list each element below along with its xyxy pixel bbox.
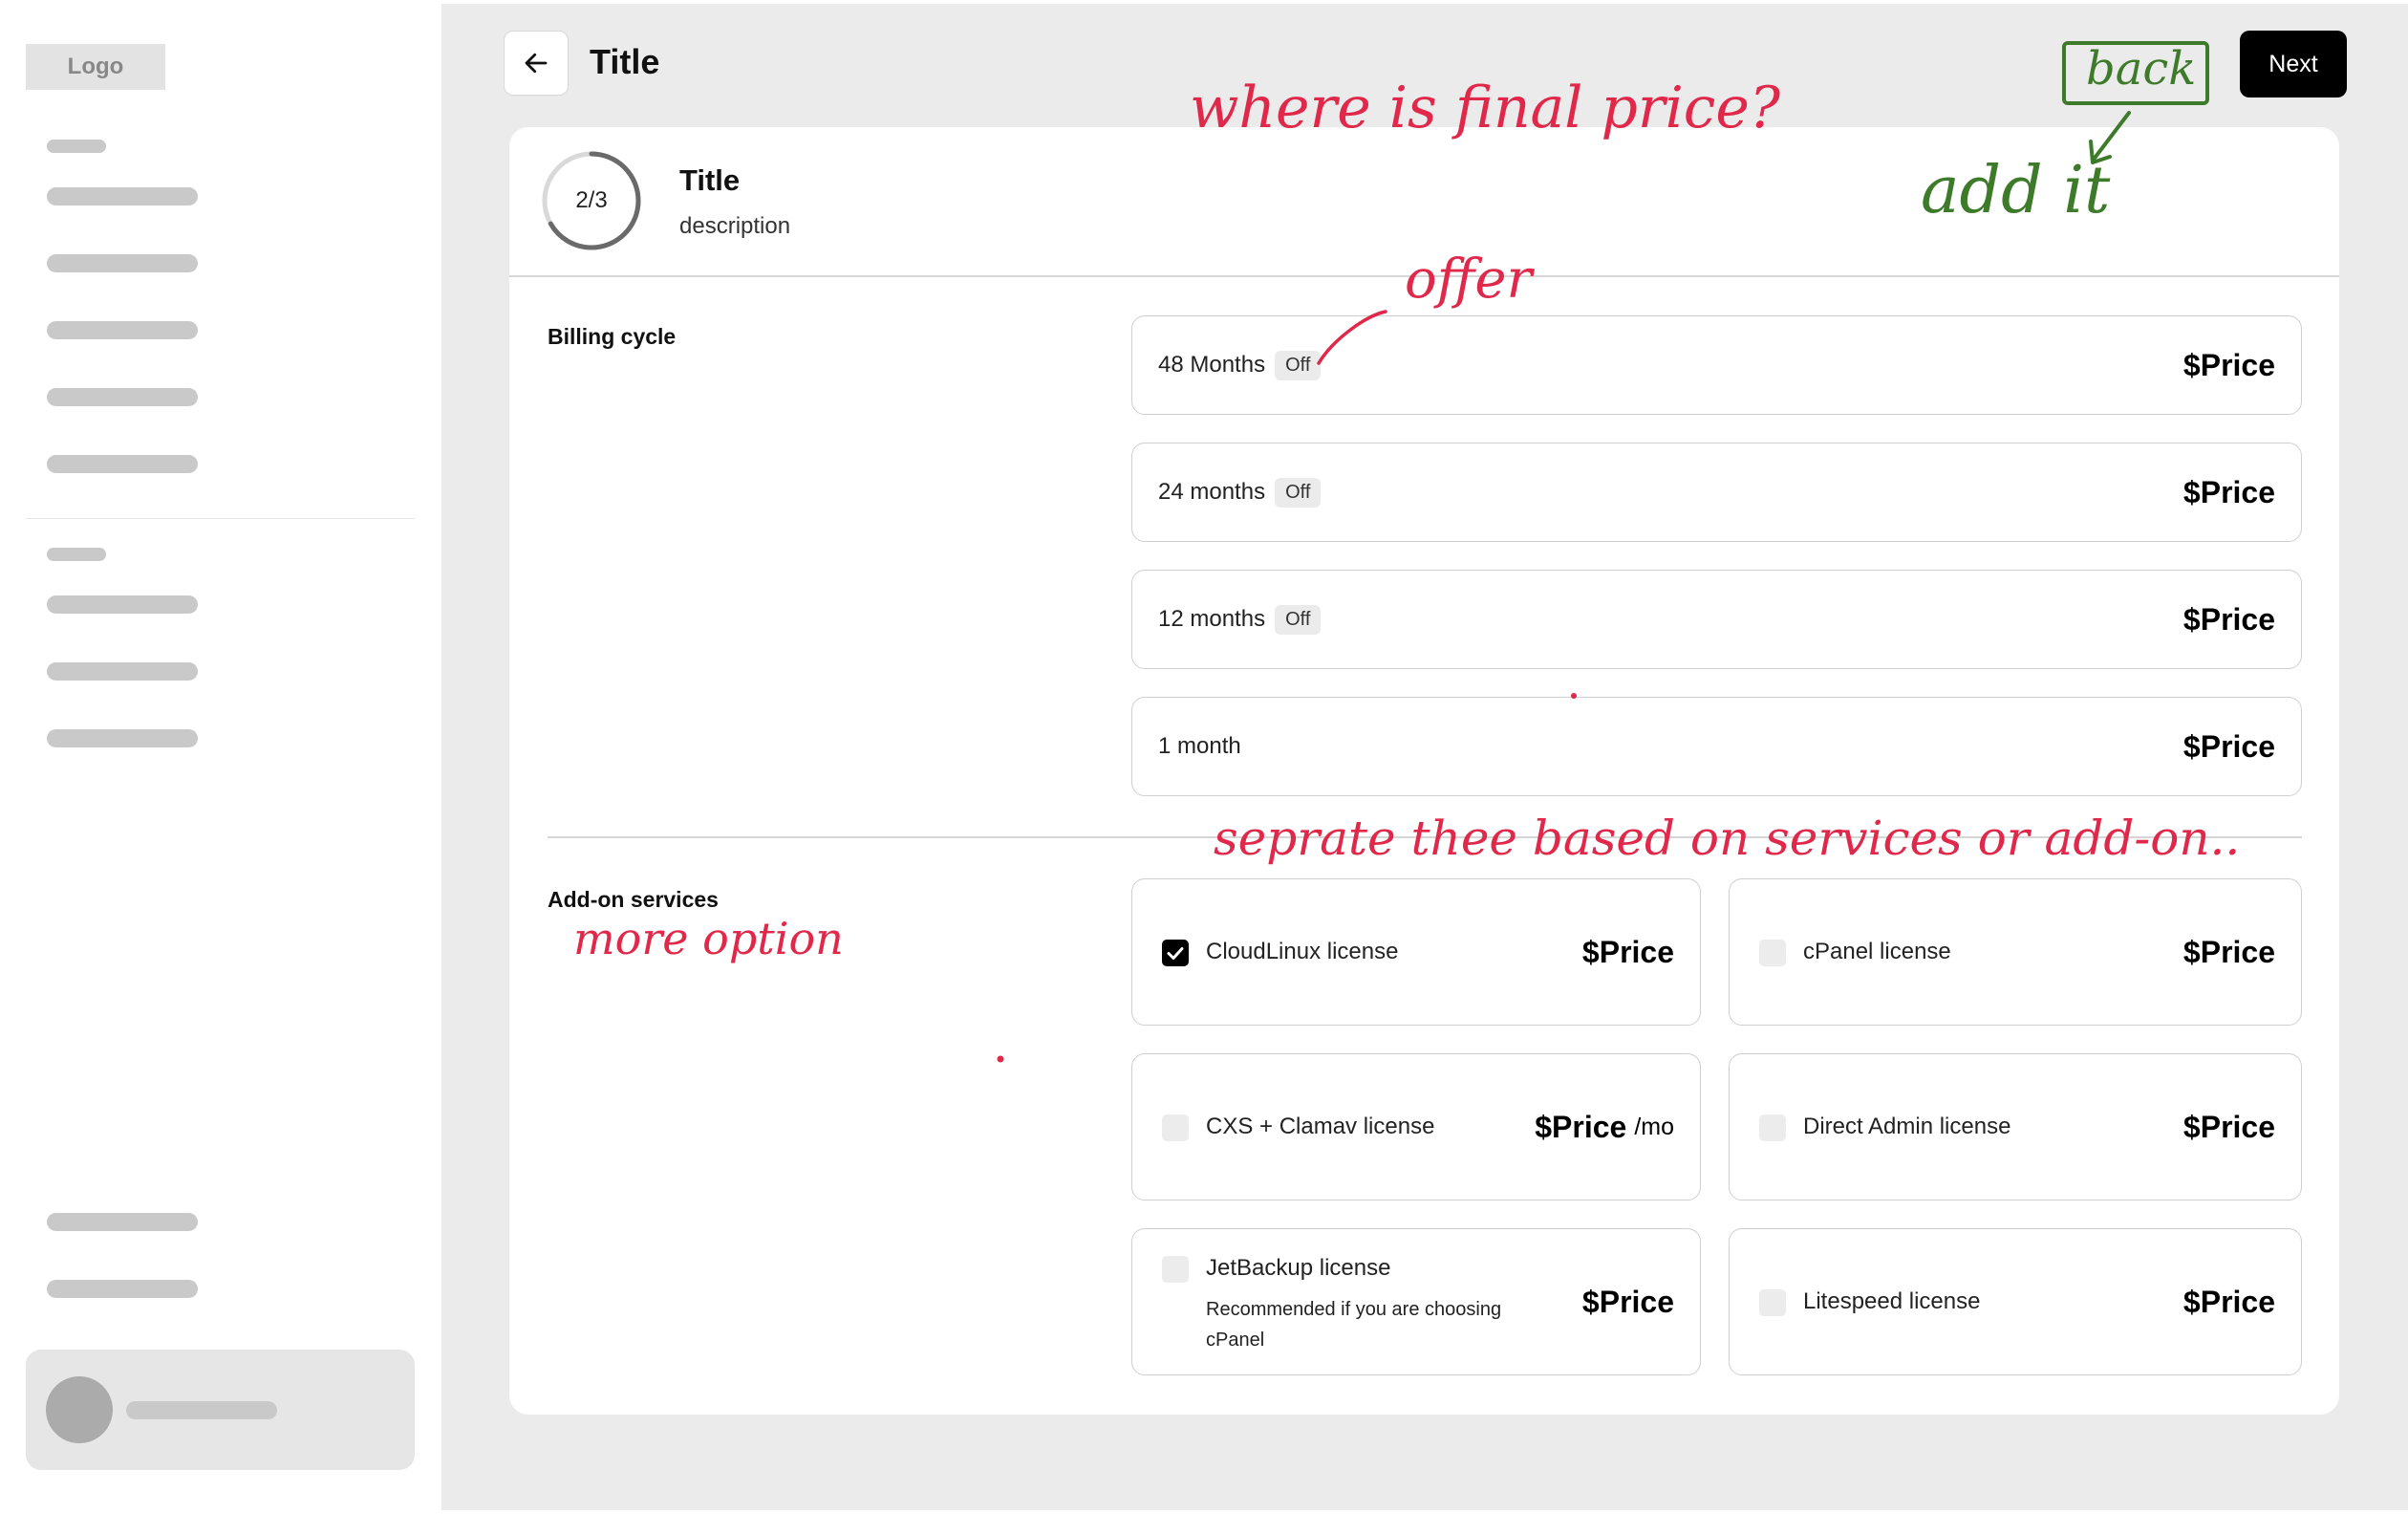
back-button[interactable]: [504, 31, 569, 96]
addon-option-cxs-clamav[interactable]: CXS + Clamav license $Price /mo: [1131, 1053, 1701, 1200]
nav-section-heading-placeholder: [47, 548, 106, 561]
addon-price-value: $Price: [1581, 1284, 1674, 1319]
addon-price: $Price /mo: [1535, 1054, 1674, 1200]
addon-services-label: Add-on services: [548, 887, 719, 912]
nav-section-heading-placeholder: [47, 140, 106, 153]
checkmark-icon: [1167, 947, 1184, 960]
price-period-suffix: /mo: [1634, 1113, 1674, 1140]
billing-option-price: $Price: [2182, 601, 2275, 637]
checkbox[interactable]: [1759, 1289, 1786, 1316]
sidebar-divider: [26, 518, 415, 519]
arrow-left-icon: [525, 53, 548, 74]
addon-price-value: $Price: [1581, 934, 1674, 969]
billing-option-48-months[interactable]: 48 Months Off $Price: [1131, 315, 2302, 415]
addon-recommendation-line: Recommended if you are choosing: [1206, 1299, 1502, 1320]
addon-option-cpanel[interactable]: cPanel license $Price: [1729, 878, 2302, 1026]
checkbox-checked[interactable]: [1162, 940, 1189, 966]
billing-option-1-month[interactable]: 1 month $Price: [1131, 697, 2302, 796]
nav-item-placeholder[interactable]: [47, 388, 198, 406]
addon-recommendation-text: Recommended if you are choosing cPanel: [1206, 1294, 1550, 1355]
billing-option-price: $Price: [2182, 347, 2275, 382]
addon-price: $Price: [2183, 1054, 2275, 1200]
nav-item-placeholder[interactable]: [47, 1280, 198, 1298]
checkout-card: 2/3 Title description Billing cycle 48 M…: [509, 127, 2339, 1415]
nav-item-placeholder[interactable]: [47, 662, 198, 681]
billing-option-name: 12 months: [1158, 606, 1266, 632]
checkbox[interactable]: [1162, 1256, 1189, 1283]
addon-price: $Price: [2183, 879, 2275, 1025]
nav-item-placeholder[interactable]: [47, 187, 198, 205]
avatar: [46, 1376, 113, 1443]
addon-price: $Price: [1582, 1229, 1674, 1374]
addon-price-value: $Price: [2182, 934, 2275, 969]
section-divider: [548, 836, 2302, 838]
checkbox[interactable]: [1759, 940, 1786, 966]
user-name-placeholder: [126, 1401, 277, 1419]
checkbox[interactable]: [1162, 1114, 1189, 1141]
discount-badge: Off: [1275, 477, 1322, 508]
billing-option-24-months[interactable]: 24 months Off $Price: [1131, 443, 2302, 542]
nav-item-placeholder[interactable]: [47, 321, 198, 339]
addon-name: CXS + Clamav license: [1206, 1114, 1435, 1139]
next-button[interactable]: Next: [2240, 31, 2347, 97]
sidebar: Logo: [0, 0, 441, 1514]
nav-item-placeholder[interactable]: [47, 455, 198, 473]
addon-price-value: $Price: [2182, 1284, 2275, 1319]
billing-option-name: 48 Months: [1158, 352, 1266, 378]
discount-badge: Off: [1275, 604, 1322, 635]
addon-name: CloudLinux license: [1206, 939, 1399, 964]
discount-badge: Off: [1275, 350, 1322, 380]
billing-option-price: $Price: [2182, 474, 2275, 509]
addon-option-cloudlinux[interactable]: CloudLinux license $Price: [1131, 878, 1701, 1026]
checkbox[interactable]: [1759, 1114, 1786, 1141]
logo: Logo: [26, 44, 165, 90]
addon-option-litespeed[interactable]: Litespeed license $Price: [1729, 1228, 2302, 1375]
main-content: Title Next 2/3 Title description Billing…: [441, 4, 2408, 1510]
addon-price: $Price: [1582, 879, 1674, 1025]
addon-price-value: $Price: [2182, 1109, 2275, 1144]
nav-item-placeholder[interactable]: [47, 254, 198, 272]
billing-option-name: 24 months: [1158, 479, 1266, 505]
step-progress-text: 2/3: [575, 187, 608, 213]
addon-recommendation-line: cPanel: [1206, 1330, 1265, 1351]
billing-cycle-label: Billing cycle: [548, 324, 677, 349]
user-profile-card[interactable]: [26, 1350, 415, 1470]
addon-name: cPanel license: [1803, 939, 1951, 964]
page-title: Title: [590, 42, 660, 81]
addon-option-jetbackup[interactable]: JetBackup license Recommended if you are…: [1131, 1228, 1701, 1375]
addon-price: $Price: [2183, 1229, 2275, 1374]
addon-option-direct-admin[interactable]: Direct Admin license $Price: [1729, 1053, 2302, 1200]
step-header: 2/3 Title description: [509, 127, 2339, 277]
nav-item-placeholder[interactable]: [47, 595, 198, 614]
step-title: Title: [679, 163, 741, 197]
nav-item-placeholder[interactable]: [47, 1213, 198, 1231]
billing-option-price: $Price: [2182, 728, 2275, 764]
addon-name: Litespeed license: [1803, 1288, 1981, 1314]
billing-option-name: 1 month: [1158, 733, 1241, 759]
addon-name: Direct Admin license: [1803, 1114, 2011, 1139]
billing-option-12-months[interactable]: 12 months Off $Price: [1131, 570, 2302, 669]
nav-item-placeholder[interactable]: [47, 729, 198, 747]
addon-price-value: $Price: [1535, 1109, 1627, 1144]
step-description: description: [679, 213, 791, 239]
addon-name: JetBackup license: [1206, 1255, 1391, 1281]
